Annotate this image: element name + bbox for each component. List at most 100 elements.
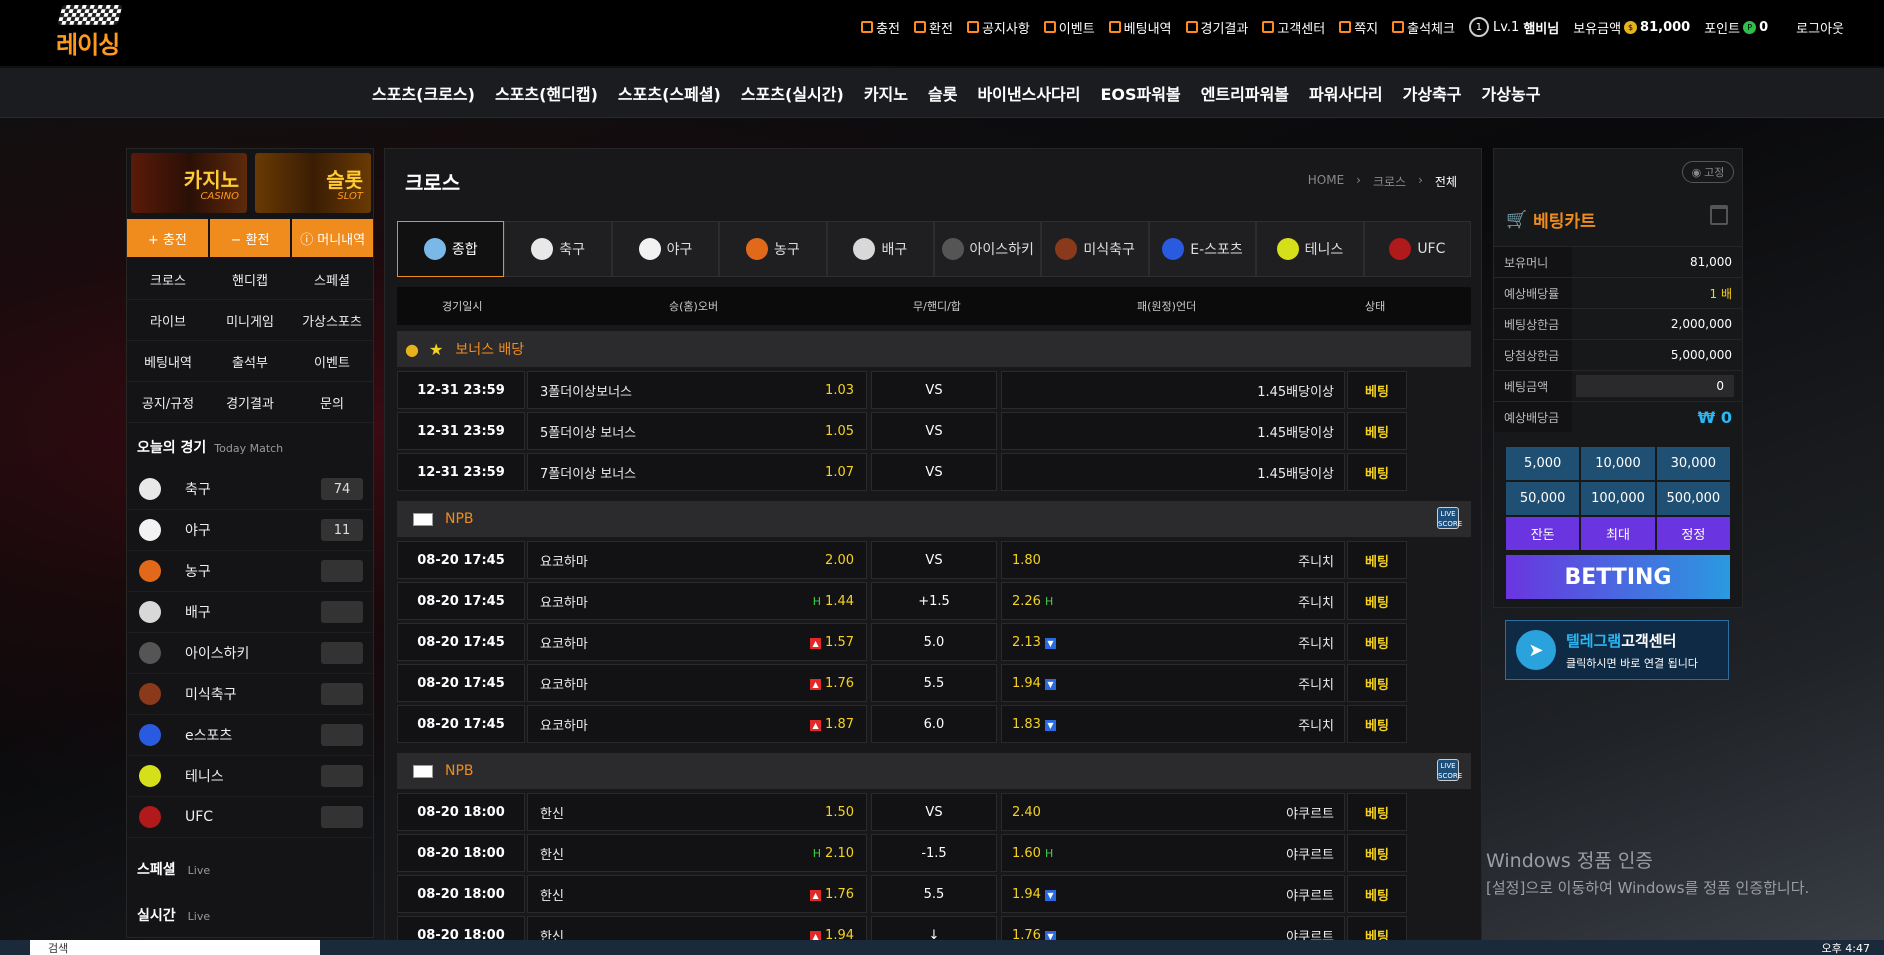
sport-tab[interactable]: 종합 [397, 221, 505, 277]
top-link-exchange[interactable]: 환전 [914, 18, 953, 37]
home-cell[interactable]: 한신 H 2.10 [527, 834, 867, 872]
away-cell[interactable]: 2.40 야쿠르트 [1001, 793, 1345, 831]
mid-cell[interactable]: +1.5 [871, 582, 997, 620]
sidebar-menu-item[interactable]: 경기결과 [209, 382, 291, 423]
charge-button[interactable]: + 충전 [127, 219, 208, 257]
mid-cell[interactable]: VS [871, 541, 997, 579]
sidebar-menu-item[interactable]: 라이브 [127, 300, 209, 341]
away-cell[interactable]: 1.83 ▼ 주니치 [1001, 705, 1345, 743]
top-link-support[interactable]: 고객센터 [1262, 18, 1325, 37]
home-cell[interactable]: 요코하마 ▲ 1.76 [527, 664, 867, 702]
top-link-bet-history[interactable]: 베팅내역 [1108, 18, 1172, 37]
home-cell[interactable]: 요코하마 ▲ 1.57 [527, 623, 867, 661]
away-cell[interactable]: 1.80 주니치 [1001, 541, 1345, 579]
sport-list-item[interactable]: 배구 [127, 592, 373, 633]
slot-banner[interactable]: 슬롯 SLOT [255, 153, 371, 213]
casino-banner[interactable]: 카지노 CASINO [131, 153, 247, 213]
sidebar-menu-item[interactable]: 크로스 [127, 259, 209, 300]
amount-button[interactable]: 5,000 [1506, 447, 1580, 480]
taskbar-search[interactable]: 검색 [30, 940, 320, 955]
top-link-event[interactable]: 이벤트 [1043, 18, 1095, 37]
correct-button[interactable]: 정정 [1656, 517, 1730, 550]
nav-item-2[interactable]: 스포츠(스페셜) [618, 81, 721, 105]
sport-list-item[interactable]: UFC [127, 797, 373, 838]
nav-item-7[interactable]: EOS파워볼 [1100, 81, 1180, 105]
sport-tab[interactable]: 축구 [504, 221, 612, 277]
logout-button[interactable]: 로그아웃 [1796, 18, 1844, 37]
sport-tab[interactable]: 아이스하키 [934, 221, 1042, 277]
nav-item-1[interactable]: 스포츠(핸디캡) [495, 81, 598, 105]
mid-cell[interactable]: 5.5 [871, 664, 997, 702]
sport-list-item[interactable]: 농구 [127, 551, 373, 592]
special-live-header[interactable]: 스페셜 Live [137, 859, 210, 879]
away-cell[interactable]: 2.26 H 주니치 [1001, 582, 1345, 620]
bet-button[interactable]: 베팅 [1347, 541, 1407, 579]
amount-button[interactable]: 500,000 [1656, 482, 1730, 515]
home-cell[interactable]: 3폴더이상보너스 1.03 [527, 371, 867, 409]
bet-amount-input[interactable]: 0 [1576, 375, 1734, 397]
sport-tab[interactable]: UFC [1363, 221, 1472, 277]
sport-list-item[interactable]: 아이스하키 [127, 633, 373, 674]
sport-list-item[interactable]: 테니스 [127, 756, 373, 797]
home-cell[interactable]: 요코하마 2.00 [527, 541, 867, 579]
max-button[interactable]: 최대 [1581, 517, 1655, 550]
amount-button[interactable]: 100,000 [1581, 482, 1655, 515]
away-cell[interactable]: 1.60 H 야쿠르트 [1001, 834, 1345, 872]
sidebar-menu-item[interactable]: 미니게임 [209, 300, 291, 341]
breadcrumb-cross[interactable]: 크로스 [1373, 173, 1406, 190]
top-link-attendance[interactable]: 출석체크 [1392, 18, 1455, 37]
nav-item-11[interactable]: 가상농구 [1482, 81, 1541, 105]
bet-button[interactable]: 베팅 [1347, 453, 1407, 491]
home-cell[interactable]: 요코하마 H 1.44 [527, 582, 867, 620]
bet-button[interactable]: 베팅 [1347, 664, 1407, 702]
top-link-charge[interactable]: 충전 [861, 18, 900, 37]
sidebar-menu-item[interactable]: 베팅내역 [127, 341, 209, 382]
mid-cell[interactable]: 6.0 [871, 705, 997, 743]
nav-item-0[interactable]: 스포츠(크로스) [372, 81, 475, 105]
home-cell[interactable]: 7폴더이상 보너스 1.07 [527, 453, 867, 491]
top-link-notice[interactable]: 공지사항 [966, 18, 1030, 37]
nav-item-6[interactable]: 바이낸스사다리 [977, 81, 1080, 105]
sport-list-item[interactable]: 축구 74 [127, 469, 373, 510]
site-logo[interactable]: 레이싱 [56, 5, 128, 59]
sport-tab[interactable]: 미식축구 [1041, 221, 1149, 277]
nav-item-4[interactable]: 카지노 [864, 81, 908, 105]
amount-button[interactable]: 50,000 [1506, 482, 1580, 515]
exchange-button[interactable]: − 환전 [209, 219, 291, 257]
sport-list-item[interactable]: e스포츠 [127, 715, 373, 756]
nav-item-5[interactable]: 슬롯 [928, 81, 957, 105]
amount-button[interactable]: 30,000 [1656, 447, 1730, 480]
bet-button[interactable]: 베팅 [1347, 875, 1407, 913]
nav-item-8[interactable]: 엔트리파워볼 [1201, 81, 1289, 105]
sport-list-item[interactable]: 야구 11 [127, 510, 373, 551]
sidebar-menu-item[interactable]: 이벤트 [291, 341, 373, 382]
bet-button[interactable]: 베팅 [1347, 793, 1407, 831]
pin-toggle[interactable]: ◉ 고정 [1682, 161, 1734, 183]
sport-tab[interactable]: 야구 [611, 221, 720, 277]
home-cell[interactable]: 한신 1.50 [527, 793, 867, 831]
sport-tab[interactable]: 배구 [826, 221, 935, 277]
reset-button[interactable]: 잔돈 [1506, 517, 1580, 550]
sport-tab[interactable]: 농구 [719, 221, 827, 277]
sidebar-menu-item[interactable]: 스페셜 [291, 259, 373, 300]
trash-icon[interactable] [1710, 205, 1728, 225]
sport-tab[interactable]: 테니스 [1256, 221, 1364, 277]
bet-button[interactable]: 베팅 [1347, 705, 1407, 743]
top-link-message[interactable]: 쪽지 [1339, 18, 1378, 37]
amount-button[interactable]: 10,000 [1581, 447, 1655, 480]
away-cell[interactable]: 2.13 ▼ 주니치 [1001, 623, 1345, 661]
sidebar-menu-item[interactable]: 가상스포츠 [291, 300, 373, 341]
nav-item-10[interactable]: 가상축구 [1403, 81, 1462, 105]
away-cell[interactable]: 1.94 ▼ 야쿠르트 [1001, 875, 1345, 913]
bet-button[interactable]: 베팅 [1347, 371, 1407, 409]
money-history-button[interactable]: ⓘ 머니내역 [292, 219, 374, 257]
betting-button[interactable]: BETTING [1506, 555, 1730, 599]
live-score-icon[interactable]: LIVE SCORE [1437, 759, 1462, 781]
mid-cell[interactable]: VS [871, 793, 997, 831]
mid-cell[interactable]: -1.5 [871, 834, 997, 872]
bet-button[interactable]: 베팅 [1347, 412, 1407, 450]
home-cell[interactable]: 요코하마 ▲ 1.87 [527, 705, 867, 743]
sidebar-menu-item[interactable]: 핸디캡 [209, 259, 291, 300]
live-score-icon[interactable]: LIVE SCORE [1437, 507, 1462, 529]
bet-button[interactable]: 베팅 [1347, 623, 1407, 661]
